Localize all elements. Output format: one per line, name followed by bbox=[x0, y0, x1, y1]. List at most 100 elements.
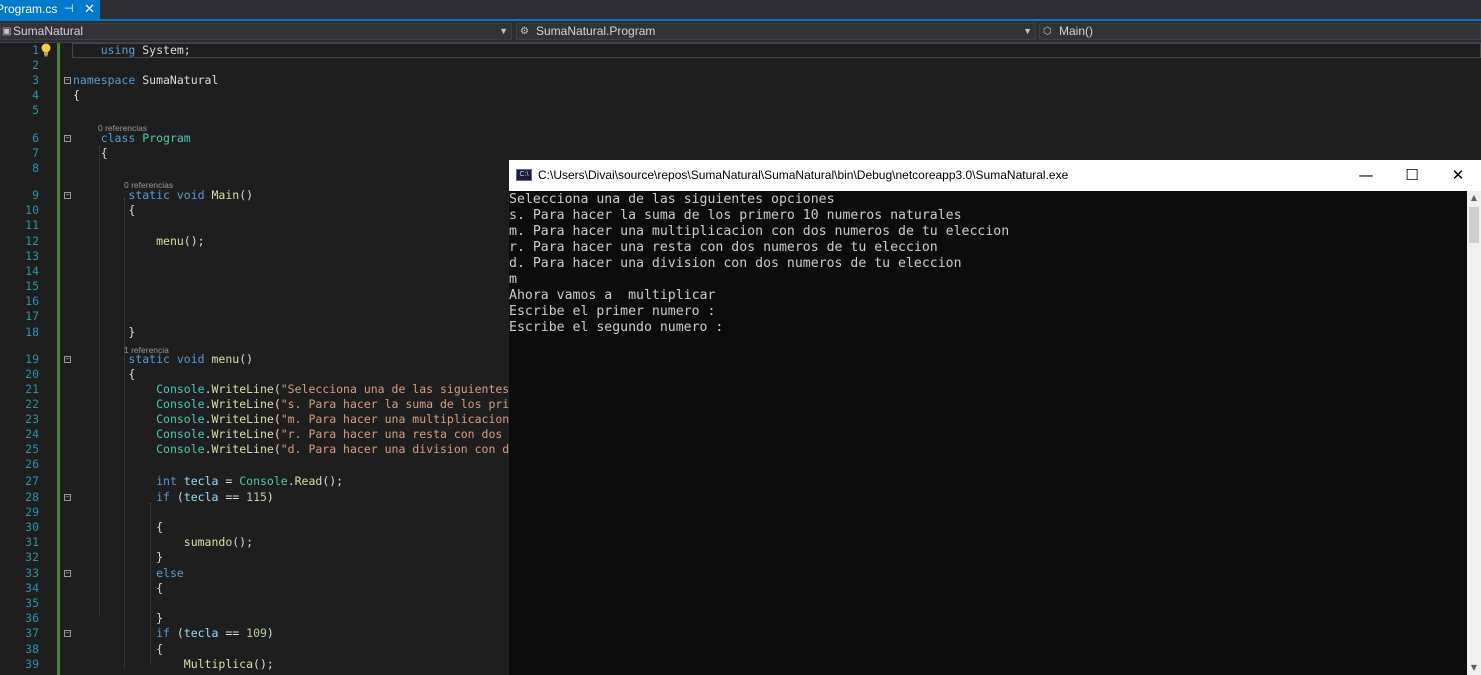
console-window-title: C:\Users\Divai\source\repos\SumaNatural\… bbox=[538, 168, 1069, 182]
collapse-toggle-icon[interactable]: − bbox=[64, 494, 71, 501]
line-number: 5 bbox=[32, 103, 39, 117]
close-button[interactable]: ✕ bbox=[1435, 160, 1481, 191]
console-title-bar[interactable]: C:\ C:\Users\Divai\source\repos\SumaNatu… bbox=[509, 160, 1481, 191]
change-tracking-margin bbox=[57, 43, 60, 675]
code-text[interactable]: static void Main() bbox=[73, 188, 253, 203]
line-number: 34 bbox=[25, 581, 39, 595]
indent-guide bbox=[150, 503, 151, 663]
code-text[interactable]: menu(); bbox=[73, 234, 204, 249]
project-dropdown-label: SumaNatural bbox=[13, 24, 84, 38]
code-line[interactable]: 2 bbox=[0, 58, 1481, 73]
collapse-toggle-icon[interactable]: − bbox=[64, 192, 71, 199]
line-number: 33 bbox=[25, 566, 39, 580]
line-number: 29 bbox=[25, 505, 39, 519]
line-number: 35 bbox=[25, 596, 39, 610]
current-line-highlight bbox=[72, 43, 1481, 58]
line-number: 38 bbox=[25, 642, 39, 656]
code-line[interactable]: 5 bbox=[0, 103, 1481, 118]
code-text[interactable]: Multiplica(); bbox=[73, 657, 274, 672]
document-tab-strip: Program.cs ⊣ ✕ bbox=[0, 0, 1481, 21]
console-output-line: m. Para hacer una multiplicacion con dos… bbox=[509, 224, 1010, 239]
console-output-line: Ahora vamos a multiplicar bbox=[509, 288, 716, 303]
line-number: 7 bbox=[32, 146, 39, 160]
class-dropdown[interactable]: ⚙ SumaNatural.Program ▼ bbox=[516, 23, 1036, 40]
code-text[interactable]: { bbox=[73, 146, 108, 161]
chevron-down-icon: ▼ bbox=[499, 26, 508, 36]
code-text[interactable]: { bbox=[73, 203, 135, 218]
line-number: 27 bbox=[25, 474, 39, 488]
code-line[interactable]: 7 { bbox=[0, 146, 1481, 161]
console-output-line: Escribe el segundo numero : bbox=[509, 320, 724, 335]
method-icon: ⬡ bbox=[1043, 26, 1052, 37]
minimize-button[interactable]: — bbox=[1343, 160, 1389, 191]
code-text[interactable]: Console.WriteLine("Selecciona una de las… bbox=[73, 382, 544, 397]
code-line[interactable]: 6 class Program − bbox=[0, 131, 1481, 146]
code-text[interactable]: Console.WriteLine("d. Para hacer una div… bbox=[73, 442, 544, 457]
code-text[interactable]: } bbox=[73, 325, 135, 340]
console-output-line: r. Para hacer una resta con dos numeros … bbox=[509, 240, 938, 255]
line-number: 32 bbox=[25, 550, 39, 564]
collapse-toggle-icon[interactable]: − bbox=[64, 570, 71, 577]
line-number: 39 bbox=[25, 657, 39, 671]
scroll-up-arrow-icon[interactable]: ▲ bbox=[1467, 191, 1481, 205]
line-number: 19 bbox=[25, 352, 39, 366]
close-icon[interactable]: ✕ bbox=[84, 0, 95, 18]
code-text[interactable]: if (tecla == 109) bbox=[73, 626, 274, 641]
line-number: 2 bbox=[32, 58, 39, 72]
collapse-toggle-icon[interactable]: − bbox=[64, 630, 71, 637]
project-dropdown[interactable]: ▣ SumaNatural ▼ bbox=[0, 23, 512, 40]
member-dropdown[interactable]: ⬡ Main() bbox=[1039, 23, 1481, 40]
class-icon: ⚙ bbox=[520, 26, 529, 37]
line-number: 18 bbox=[25, 325, 39, 339]
console-output-line: m bbox=[509, 272, 517, 287]
lightbulb-icon[interactable] bbox=[40, 43, 52, 57]
code-text[interactable]: sumando(); bbox=[73, 535, 253, 550]
line-number: 36 bbox=[25, 611, 39, 625]
line-number: 11 bbox=[25, 218, 39, 232]
code-text[interactable]: namespace SumaNatural bbox=[73, 73, 218, 88]
collapse-toggle-icon[interactable]: − bbox=[64, 356, 71, 363]
tab-program-cs[interactable]: Program.cs ⊣ ✕ bbox=[0, 0, 100, 19]
codelens-references[interactable]: 1 referencia bbox=[124, 345, 169, 355]
collapse-toggle-icon[interactable]: − bbox=[64, 135, 71, 142]
code-text[interactable]: Console.WriteLine("m. Para hacer una mul… bbox=[73, 412, 544, 427]
line-number: 1 bbox=[32, 43, 39, 57]
console-window[interactable]: C:\ C:\Users\Divai\source\repos\SumaNatu… bbox=[509, 160, 1481, 675]
code-line[interactable]: 3 namespace SumaNatural − bbox=[0, 73, 1481, 88]
collapse-toggle-icon[interactable]: − bbox=[64, 77, 71, 84]
code-text[interactable]: { bbox=[73, 367, 135, 382]
maximize-button[interactable]: ☐ bbox=[1389, 160, 1435, 191]
line-number: 9 bbox=[32, 188, 39, 202]
code-text[interactable]: { bbox=[73, 88, 80, 103]
line-number: 4 bbox=[32, 88, 39, 102]
codelens-references[interactable]: 0 referencias bbox=[124, 180, 173, 190]
codelens-references[interactable]: 0 referencias bbox=[98, 123, 147, 133]
code-text[interactable]: Console.WriteLine("r. Para hacer una res… bbox=[73, 427, 544, 442]
line-number: 3 bbox=[32, 73, 39, 87]
code-text[interactable]: int tecla = Console.Read(); bbox=[73, 474, 343, 489]
console-scrollbar[interactable]: ▲ ▼ bbox=[1467, 191, 1481, 675]
line-number: 10 bbox=[25, 203, 39, 217]
line-number: 17 bbox=[25, 309, 39, 323]
member-dropdown-label: Main() bbox=[1059, 24, 1094, 38]
scroll-down-arrow-icon[interactable]: ▼ bbox=[1467, 661, 1481, 675]
pin-icon[interactable]: ⊣ bbox=[64, 0, 74, 19]
line-number: 31 bbox=[25, 535, 39, 549]
line-number: 23 bbox=[25, 412, 39, 426]
console-output[interactable]: Selecciona una de las siguientes opcione… bbox=[509, 191, 1467, 675]
code-text[interactable]: class Program bbox=[73, 131, 191, 146]
line-number: 16 bbox=[25, 294, 39, 308]
code-text[interactable]: Console.WriteLine("s. Para hacer la suma… bbox=[73, 397, 544, 412]
scroll-thumb[interactable] bbox=[1469, 207, 1479, 243]
tab-label: Program.cs bbox=[0, 2, 58, 16]
csharp-file-icon: ▣ bbox=[2, 26, 12, 37]
line-number: 25 bbox=[25, 442, 39, 456]
code-text[interactable]: else bbox=[73, 566, 184, 581]
code-text[interactable]: if (tecla == 115) bbox=[73, 490, 274, 505]
console-output-line: d. Para hacer una division con dos numer… bbox=[509, 256, 962, 271]
line-number: 6 bbox=[32, 131, 39, 145]
line-number: 28 bbox=[25, 490, 39, 504]
code-line[interactable]: 4{ bbox=[0, 88, 1481, 103]
line-number: 20 bbox=[25, 367, 39, 381]
indent-guide bbox=[99, 146, 100, 616]
